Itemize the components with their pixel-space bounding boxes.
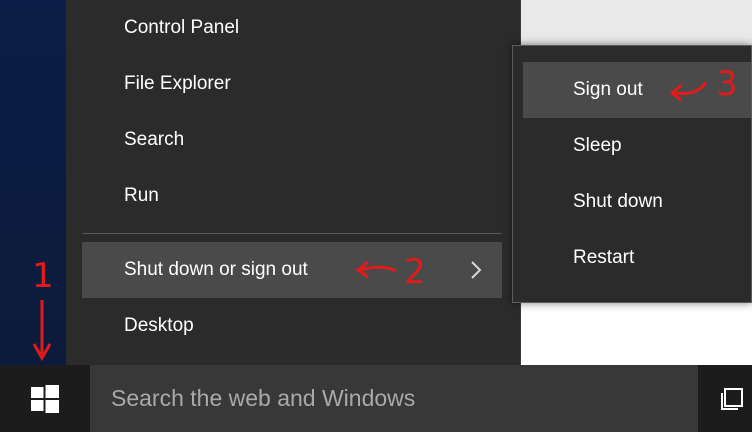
background-window-strip [520, 0, 752, 46]
submenu-item-label: Shut down [573, 191, 663, 212]
windows-logo-icon [31, 384, 59, 413]
menu-item-label: Control Panel [124, 17, 240, 38]
annotation-step-2: 2 [404, 252, 426, 292]
menu-item-label: Search [124, 129, 185, 150]
submenu-item-shut-down[interactable]: Shut down [513, 174, 751, 230]
chevron-right-icon [470, 242, 482, 298]
submenu-item-label: Sleep [573, 135, 622, 156]
search-input[interactable] [90, 365, 698, 432]
annotation-step-3: 3 [716, 64, 738, 104]
submenu-item-sleep[interactable]: Sleep [513, 118, 751, 174]
submenu-item-restart[interactable]: Restart [513, 230, 751, 286]
annotation-arrow-1 [32, 300, 52, 362]
taskbar-search-box[interactable] [90, 365, 698, 432]
menu-item-control-panel[interactable]: Control Panel [66, 0, 520, 56]
submenu-item-label: Sign out [573, 79, 643, 100]
start-button[interactable] [0, 365, 90, 432]
annotation-arrow-3 [669, 81, 708, 102]
menu-item-file-explorer[interactable]: File Explorer [66, 56, 520, 112]
annotation-arrow-2 [355, 260, 397, 279]
winx-power-user-menu: Control Panel File Explorer Search Run S… [66, 0, 521, 365]
menu-item-search[interactable]: Search [66, 112, 520, 168]
menu-separator [82, 233, 502, 234]
menu-item-label: File Explorer [124, 73, 231, 94]
taskbar [0, 365, 752, 432]
annotation-step-1: 1 [32, 256, 54, 296]
task-view-icon [721, 387, 743, 410]
submenu-item-label: Restart [573, 247, 635, 268]
menu-item-label: Desktop [124, 315, 194, 336]
menu-item-label: Run [124, 185, 159, 206]
menu-item-desktop[interactable]: Desktop [66, 298, 520, 354]
menu-item-run[interactable]: Run [66, 168, 520, 224]
menu-item-shut-down-or-sign-out[interactable]: Shut down or sign out [82, 242, 502, 298]
task-view-button[interactable] [712, 365, 752, 432]
menu-item-label: Shut down or sign out [124, 259, 308, 280]
